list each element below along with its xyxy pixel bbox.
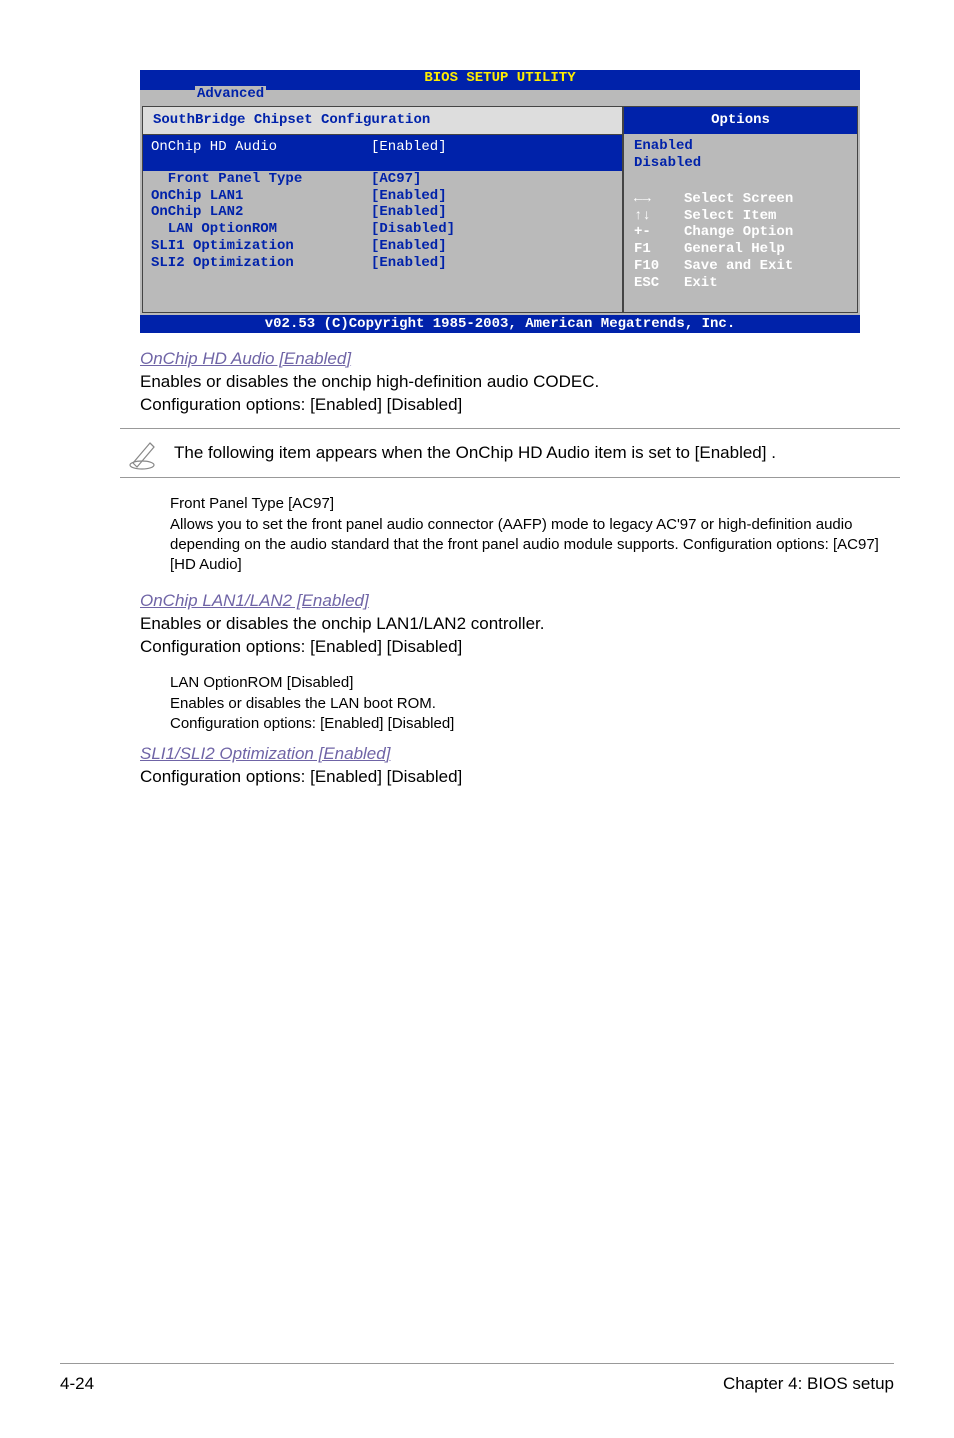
body-text: Configuration options: [Enabled] [Disabl… [170, 714, 880, 734]
bios-help-action: Save and Exit [684, 258, 793, 275]
bios-help-key: ESC [634, 275, 684, 292]
bios-screenshot: BIOS SETUP UTILITY Advanced SouthBridge … [140, 70, 860, 315]
bios-setting-label: SLI1 Optimization [151, 238, 371, 255]
bios-help-list: ←→Select Screen↑↓Select Item+-Change Opt… [624, 185, 857, 312]
note-text: The following item appears when the OnCh… [174, 443, 776, 463]
body-text: Configuration options: [Enabled] [Disabl… [140, 394, 880, 417]
bios-section-title: SouthBridge Chipset Configuration [143, 107, 622, 135]
bios-right-panel: Options EnabledDisabled ←→Select Screen↑… [623, 106, 858, 313]
subitem-title: LAN OptionROM [Disabled] [170, 673, 880, 693]
heading-onchip-hd-audio: OnChip HD Audio [Enabled] [140, 349, 880, 369]
bios-setting-label: Front Panel Type [151, 171, 371, 188]
bios-help-key: F1 [634, 241, 684, 258]
heading-onchip-lan: OnChip LAN1/LAN2 [Enabled] [140, 591, 880, 611]
pencil-icon [124, 435, 160, 471]
bios-help-key: +- [634, 224, 684, 241]
body-text: Configuration options: [Enabled] [Disabl… [140, 636, 880, 659]
bios-help-action: Exit [684, 275, 718, 292]
bios-copyright: v02.53 (C)Copyright 1985-2003, American … [140, 315, 860, 333]
page-number: 4-24 [60, 1374, 94, 1394]
page-footer: 4-24 Chapter 4: BIOS setup [0, 1373, 954, 1394]
bios-setting-label: OnChip LAN1 [151, 188, 371, 205]
bios-setting-label: LAN OptionROM [151, 221, 371, 238]
bios-options-list: EnabledDisabled [624, 134, 857, 182]
bios-help-action: Select Item [684, 208, 776, 225]
bios-setting-row: LAN OptionROM[Disabled] [151, 221, 614, 238]
bios-setting-row: Front Panel Type[AC97] [151, 171, 614, 188]
chapter-label: Chapter 4: BIOS setup [723, 1374, 894, 1394]
bios-setting-value: [Enabled] [371, 238, 447, 255]
bios-setting-value: [Enabled] [371, 255, 447, 272]
bios-setting-row: OnChip LAN2[Enabled] [151, 204, 614, 221]
bios-option: Disabled [634, 155, 847, 172]
bios-help-action: Change Option [684, 224, 793, 241]
bios-help-row: F1General Help [634, 241, 847, 258]
bios-title: BIOS SETUP UTILITY [424, 70, 575, 86]
bios-setting-value: [AC97] [371, 171, 421, 188]
subitem-title: Front Panel Type [AC97] [170, 494, 880, 514]
bios-help-action: General Help [684, 241, 785, 258]
footer-rule [60, 1363, 894, 1364]
bios-title-bar: BIOS SETUP UTILITY Advanced [140, 70, 860, 90]
bios-left-panel: SouthBridge Chipset Configuration OnChip… [142, 106, 623, 313]
bios-setting-value: [Disabled] [371, 221, 455, 238]
bios-help-key: F10 [634, 258, 684, 275]
bios-help-row: ←→Select Screen [634, 191, 847, 208]
bios-setting-label: SLI2 Optimization [151, 255, 371, 272]
note-callout: The following item appears when the OnCh… [120, 428, 900, 478]
body-text: Enables or disables the LAN boot ROM. [170, 694, 880, 714]
bios-setting-row: OnChip LAN1[Enabled] [151, 188, 614, 205]
bios-setting-row: SLI1 Optimization[Enabled] [151, 238, 614, 255]
bios-help-row: ↑↓Select Item [634, 208, 847, 225]
bios-setting-value: [Enabled] [371, 139, 447, 156]
bios-options-title: Options [624, 107, 857, 134]
bios-setting-label: OnChip LAN2 [151, 204, 371, 221]
body-text: Configuration options: [Enabled] [Disabl… [140, 766, 880, 789]
bios-setting-row: OnChip HD Audio[Enabled] [151, 139, 614, 156]
bios-help-action: Select Screen [684, 191, 793, 208]
bios-help-key: ↑↓ [634, 208, 684, 225]
bios-help-row: +-Change Option [634, 224, 847, 241]
body-text: Allows you to set the front panel audio … [170, 515, 880, 576]
bios-setting-row: SLI2 Optimization[Enabled] [151, 255, 614, 272]
bios-help-key: ←→ [634, 191, 684, 208]
bios-setting-label: OnChip HD Audio [151, 139, 371, 156]
bios-help-row: F10Save and Exit [634, 258, 847, 275]
body-text: Enables or disables the onchip LAN1/LAN2… [140, 613, 880, 636]
bios-help-row: ESCExit [634, 275, 847, 292]
bios-tab-advanced: Advanced [195, 86, 266, 103]
bios-option: Enabled [634, 138, 847, 155]
heading-sli-optimization: SLI1/SLI2 Optimization [Enabled] [140, 744, 880, 764]
bios-setting-value: [Enabled] [371, 188, 447, 205]
bios-setting-value: [Enabled] [371, 204, 447, 221]
body-text: Enables or disables the onchip high-defi… [140, 371, 880, 394]
